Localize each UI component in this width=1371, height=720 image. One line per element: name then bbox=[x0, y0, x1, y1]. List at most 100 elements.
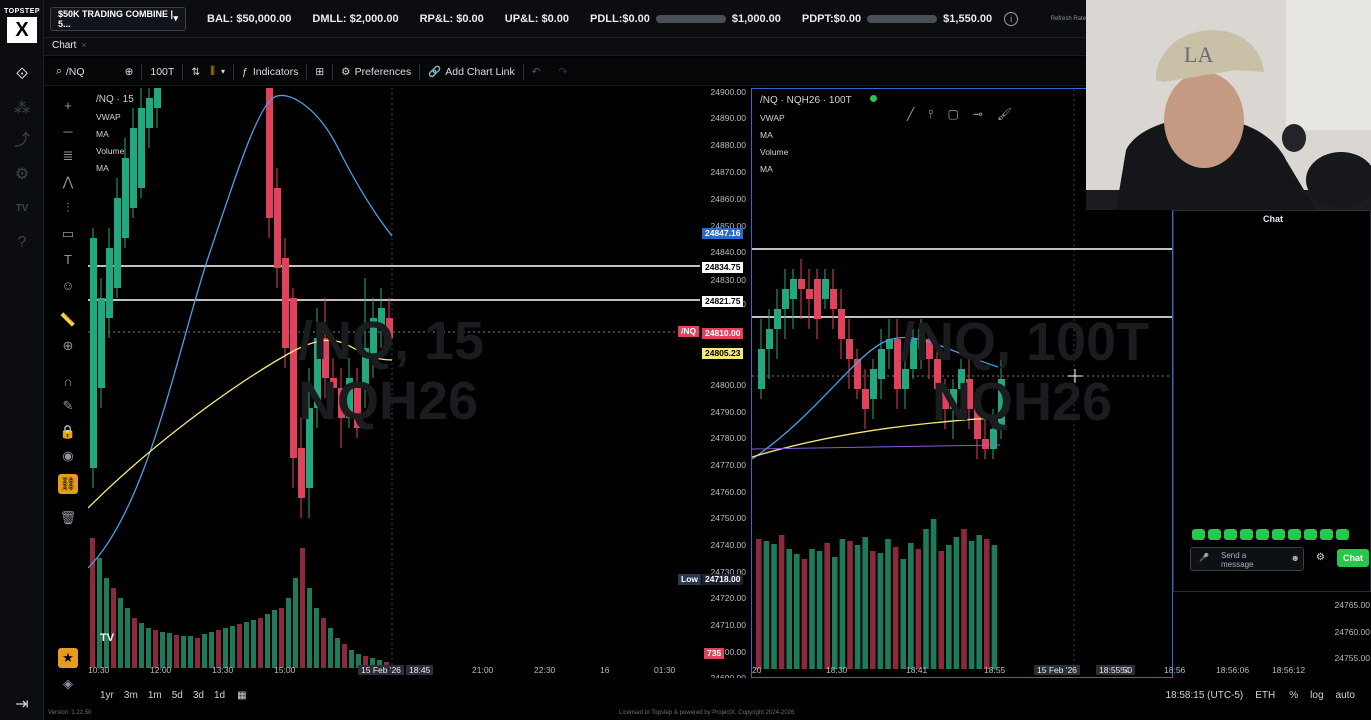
time-axis[interactable]: 10:30 12:00 13:30 15:00 15 Feb '26 18:45 21:00… bbox=[88, 662, 1305, 678]
tab-chart[interactable]: Chart × bbox=[52, 40, 87, 51]
emote-icon[interactable] bbox=[1224, 529, 1237, 540]
range-1m[interactable]: 1m bbox=[148, 690, 162, 701]
emoji-icon[interactable]: ☺ bbox=[58, 276, 78, 296]
percent-toggle[interactable]: % bbox=[1289, 690, 1298, 701]
emote-icon[interactable] bbox=[1240, 529, 1253, 540]
chat-title: Chat bbox=[1263, 214, 1283, 224]
gear-icon[interactable]: ⚙ bbox=[1316, 552, 1325, 563]
favorite-star-icon[interactable]: ★ bbox=[58, 648, 78, 668]
fork-tool-icon[interactable]: ⫯ bbox=[928, 107, 933, 122]
chat-panel: Chat 🎤 Send a message ☻ ⚙ Chat bbox=[1173, 210, 1371, 592]
volume-bar bbox=[953, 537, 960, 669]
undo-icon[interactable]: ↶ bbox=[532, 66, 541, 78]
rectangle-icon[interactable]: ▭ bbox=[58, 224, 78, 244]
clock-display[interactable]: 18:58:15 (UTC-5) bbox=[1165, 690, 1243, 701]
emote-icon[interactable] bbox=[1208, 529, 1221, 540]
compare-icon[interactable]: ⇅ bbox=[191, 66, 200, 78]
trash-icon[interactable]: 🗑 bbox=[58, 508, 78, 528]
help-icon[interactable]: ? bbox=[10, 232, 34, 254]
emote-icon[interactable] bbox=[1192, 529, 1205, 540]
emote-icon[interactable] bbox=[1320, 529, 1333, 540]
trading-icon[interactable]: ⟐ bbox=[10, 64, 34, 86]
candles-icon[interactable]: ⫼ bbox=[210, 65, 215, 78]
account-selector[interactable]: $50K TRADING COMBINE | 5... ▾ bbox=[50, 6, 186, 31]
range-3d[interactable]: 3d bbox=[193, 690, 204, 701]
mic-icon[interactable]: 🎤 bbox=[1199, 553, 1209, 562]
tv-icon[interactable]: TV bbox=[10, 198, 34, 220]
close-icon[interactable]: × bbox=[81, 40, 86, 50]
brush-tool-icon[interactable]: 🖌 bbox=[997, 107, 1012, 122]
legend-ma[interactable]: MA bbox=[760, 130, 773, 140]
text-icon[interactable]: T bbox=[58, 250, 78, 270]
box-tool-icon[interactable]: ▢ bbox=[947, 107, 958, 122]
emote-icon[interactable] bbox=[1256, 529, 1269, 540]
link-drawings-icon[interactable]: ⛓ bbox=[58, 474, 78, 494]
interval-select[interactable]: 100T bbox=[150, 66, 174, 78]
cap-logo: LA bbox=[1184, 42, 1213, 67]
tradingview-icon[interactable]: TV bbox=[100, 632, 118, 650]
zoom-icon[interactable]: ⊕ bbox=[58, 336, 78, 356]
lock-icon[interactable]: 🔒 bbox=[58, 422, 78, 442]
log-toggle[interactable]: log bbox=[1310, 690, 1323, 701]
magnet-icon[interactable]: ∩ bbox=[58, 372, 78, 392]
legend-ma-2[interactable]: MA bbox=[760, 164, 773, 174]
range-1d[interactable]: 1d bbox=[214, 690, 225, 701]
range-3m[interactable]: 3m bbox=[124, 690, 138, 701]
divider bbox=[332, 63, 334, 80]
legend-volume[interactable]: Volume bbox=[96, 146, 124, 156]
emoji-icon[interactable]: ☻ bbox=[1291, 554, 1300, 563]
indicators-button[interactable]: ƒ Indicators bbox=[242, 66, 298, 78]
draw-mode-icon[interactable]: ✎ bbox=[58, 396, 78, 416]
symbol-search[interactable]: ⌕ /NQ bbox=[56, 65, 85, 78]
indicators-icon: ƒ bbox=[241, 65, 248, 78]
legend-vwap[interactable]: VWAP bbox=[760, 113, 785, 123]
preferences-button[interactable]: ⚙ Preferences bbox=[341, 66, 411, 78]
eye-icon[interactable]: ◉ bbox=[58, 446, 78, 466]
volume-bar bbox=[118, 598, 123, 668]
redo-icon[interactable]: ↷ bbox=[559, 66, 568, 78]
trend-line-icon[interactable]: ─ bbox=[58, 122, 78, 142]
analytics-icon[interactable]: ⤴ bbox=[10, 130, 34, 152]
range-1yr[interactable]: 1yr bbox=[100, 690, 114, 701]
emote-icon[interactable] bbox=[1336, 529, 1349, 540]
hline-tool-icon[interactable]: ⊸ bbox=[973, 107, 983, 122]
candle bbox=[854, 359, 861, 389]
channel-icon[interactable]: ⫶ bbox=[58, 198, 78, 218]
candle bbox=[98, 298, 105, 388]
add-symbol-icon[interactable]: ⊕ bbox=[125, 66, 134, 78]
chart-pane-left[interactable]: /NQ · 15 VWAP MA Volume MA /NQ, 15 NQH26… bbox=[88, 88, 750, 678]
crosshair-icon[interactable]: + bbox=[58, 96, 78, 116]
rpl-stat: RP&L: $0.00 bbox=[419, 12, 484, 25]
pattern-icon[interactable]: ⋀ bbox=[58, 172, 78, 192]
legend-volume[interactable]: Volume bbox=[760, 147, 788, 157]
ruler-icon[interactable]: 📏 bbox=[58, 310, 78, 330]
candle bbox=[766, 329, 773, 349]
range-5d[interactable]: 5d bbox=[172, 690, 183, 701]
volume-bar bbox=[778, 535, 785, 669]
volume-bar bbox=[786, 549, 792, 669]
chat-message-input[interactable]: 🎤 Send a message ☻ bbox=[1190, 547, 1304, 571]
price-scale-right[interactable]: 24765.00 24760.00 24755.00 bbox=[1180, 596, 1370, 666]
layout-icon[interactable]: ⊞ bbox=[315, 66, 324, 78]
legend-ma[interactable]: MA bbox=[96, 129, 109, 139]
add-chart-link-button[interactable]: 🔗 Add Chart Link bbox=[428, 65, 515, 79]
fib-icon[interactable]: ≣ bbox=[58, 146, 78, 166]
emote-icon[interactable] bbox=[1272, 529, 1285, 540]
chat-send-button[interactable]: Chat bbox=[1337, 549, 1369, 567]
community-icon[interactable]: ⁂ bbox=[10, 98, 34, 120]
settings-icon[interactable]: ⚙ bbox=[10, 164, 34, 186]
divider bbox=[232, 63, 234, 80]
info-icon[interactable]: i bbox=[1004, 11, 1019, 26]
session-toggle[interactable]: ETH bbox=[1255, 690, 1275, 701]
emote-icon[interactable] bbox=[1288, 529, 1301, 540]
emote-icon[interactable] bbox=[1304, 529, 1317, 540]
line-tool-icon[interactable]: ╱ bbox=[907, 107, 914, 122]
auto-toggle[interactable]: auto bbox=[1336, 690, 1355, 701]
volume-bar bbox=[307, 588, 312, 668]
calendar-icon[interactable]: ▦ bbox=[237, 690, 246, 701]
legend-vwap[interactable]: VWAP bbox=[96, 112, 121, 122]
volume-bar bbox=[265, 614, 270, 668]
pdpt-value: PDPT:$0.00 bbox=[801, 12, 862, 25]
legend-ma-2[interactable]: MA bbox=[96, 163, 109, 173]
chevron-down-icon[interactable]: ▾ bbox=[221, 67, 225, 76]
